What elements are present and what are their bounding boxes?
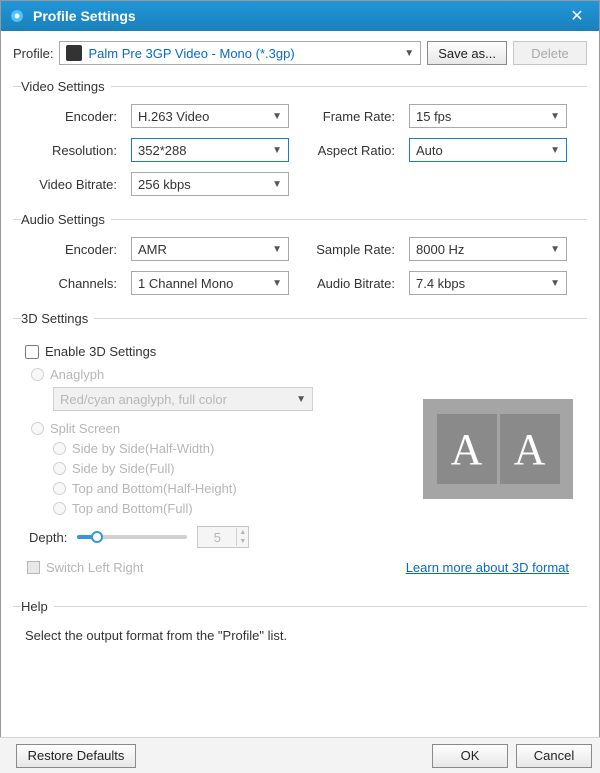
profile-dropdown[interactable]: Palm Pre 3GP Video - Mono (*.3gp) ▼: [59, 41, 421, 65]
audio-bitrate-dropdown[interactable]: 7.4 kbps▼: [409, 271, 567, 295]
help-text: Select the output format from the "Profi…: [21, 624, 583, 643]
learn-more-link[interactable]: Learn more about 3D format: [406, 560, 569, 575]
help-group: Help Select the output format from the "…: [13, 599, 587, 651]
cancel-button[interactable]: Cancel: [516, 744, 592, 768]
frame-rate-dropdown[interactable]: 15 fps▼: [409, 104, 567, 128]
sbs-half-radio: [53, 442, 66, 455]
3d-legend: 3D Settings: [21, 311, 94, 326]
chevron-down-icon: ▼: [237, 537, 248, 546]
profile-selected: Palm Pre 3GP Video - Mono (*.3gp): [88, 46, 404, 61]
help-legend: Help: [21, 599, 54, 614]
chevron-down-icon: ▼: [550, 145, 560, 156]
tb-half-radio: [53, 482, 66, 495]
3d-preview: A A: [423, 399, 573, 499]
enable-3d-checkbox[interactable]: [25, 345, 39, 359]
frame-rate-label: Frame Rate:: [299, 109, 399, 124]
chevron-down-icon: ▼: [550, 244, 560, 255]
depth-slider[interactable]: [77, 529, 187, 545]
title-bar: Profile Settings ✕: [1, 1, 599, 31]
close-icon[interactable]: ✕: [563, 6, 591, 26]
audio-encoder-label: Encoder:: [21, 242, 121, 257]
chevron-down-icon: ▼: [296, 394, 306, 405]
split-screen-label: Split Screen: [50, 421, 120, 436]
tb-full-radio: [53, 502, 66, 515]
delete-button: Delete: [513, 41, 587, 65]
profile-row: Profile: Palm Pre 3GP Video - Mono (*.3g…: [13, 41, 587, 65]
chevron-down-icon: ▼: [272, 179, 282, 190]
chevron-down-icon: ▼: [550, 278, 560, 289]
audio-encoder-dropdown[interactable]: AMR▼: [131, 237, 289, 261]
depth-spinner: 5 ▲▼: [197, 526, 249, 548]
anaglyph-radio: [31, 368, 44, 381]
video-encoder-dropdown[interactable]: H.263 Video▼: [131, 104, 289, 128]
video-bitrate-label: Video Bitrate:: [21, 177, 121, 192]
footer-bar: Restore Defaults OK Cancel: [0, 737, 600, 773]
window-title: Profile Settings: [33, 8, 563, 24]
switch-lr-label: Switch Left Right: [46, 560, 144, 575]
switch-lr-checkbox: [27, 561, 40, 574]
chevron-down-icon: ▼: [272, 111, 282, 122]
ok-button[interactable]: OK: [432, 744, 508, 768]
preview-right: A: [500, 414, 560, 484]
sbs-full-radio: [53, 462, 66, 475]
enable-3d-label: Enable 3D Settings: [45, 344, 156, 359]
encoder-label: Encoder:: [21, 109, 121, 124]
restore-defaults-button[interactable]: Restore Defaults: [16, 744, 136, 768]
anaglyph-mode-dropdown: Red/cyan anaglyph, full color▼: [53, 387, 313, 411]
chevron-up-icon: ▲: [237, 528, 248, 537]
video-settings-group: Video Settings Encoder: H.263 Video▼ Fra…: [13, 79, 587, 204]
resolution-label: Resolution:: [21, 143, 121, 158]
aspect-label: Aspect Ratio:: [299, 143, 399, 158]
profile-label: Profile:: [13, 46, 53, 61]
depth-label: Depth:: [29, 530, 67, 545]
chevron-down-icon: ▼: [404, 48, 414, 59]
anaglyph-label: Anaglyph: [50, 367, 104, 382]
device-icon: [66, 45, 82, 61]
chevron-down-icon: ▼: [272, 278, 282, 289]
sample-rate-label: Sample Rate:: [299, 242, 399, 257]
channels-dropdown[interactable]: 1 Channel Mono▼: [131, 271, 289, 295]
chevron-down-icon: ▼: [272, 145, 282, 156]
chevron-down-icon: ▼: [550, 111, 560, 122]
audio-settings-group: Audio Settings Encoder: AMR▼ Sample Rate…: [13, 212, 587, 303]
video-bitrate-dropdown[interactable]: 256 kbps▼: [131, 172, 289, 196]
split-screen-radio: [31, 422, 44, 435]
aspect-ratio-dropdown[interactable]: Auto▼: [409, 138, 567, 162]
app-logo-icon: [9, 8, 25, 24]
resolution-dropdown[interactable]: 352*288▼: [131, 138, 289, 162]
channels-label: Channels:: [21, 276, 121, 291]
audio-bitrate-label: Audio Bitrate:: [299, 276, 399, 291]
video-legend: Video Settings: [21, 79, 111, 94]
preview-left: A: [437, 414, 497, 484]
sample-rate-dropdown[interactable]: 8000 Hz▼: [409, 237, 567, 261]
save-as-button[interactable]: Save as...: [427, 41, 507, 65]
chevron-down-icon: ▼: [272, 244, 282, 255]
slider-thumb-icon[interactable]: [91, 531, 103, 543]
audio-legend: Audio Settings: [21, 212, 111, 227]
